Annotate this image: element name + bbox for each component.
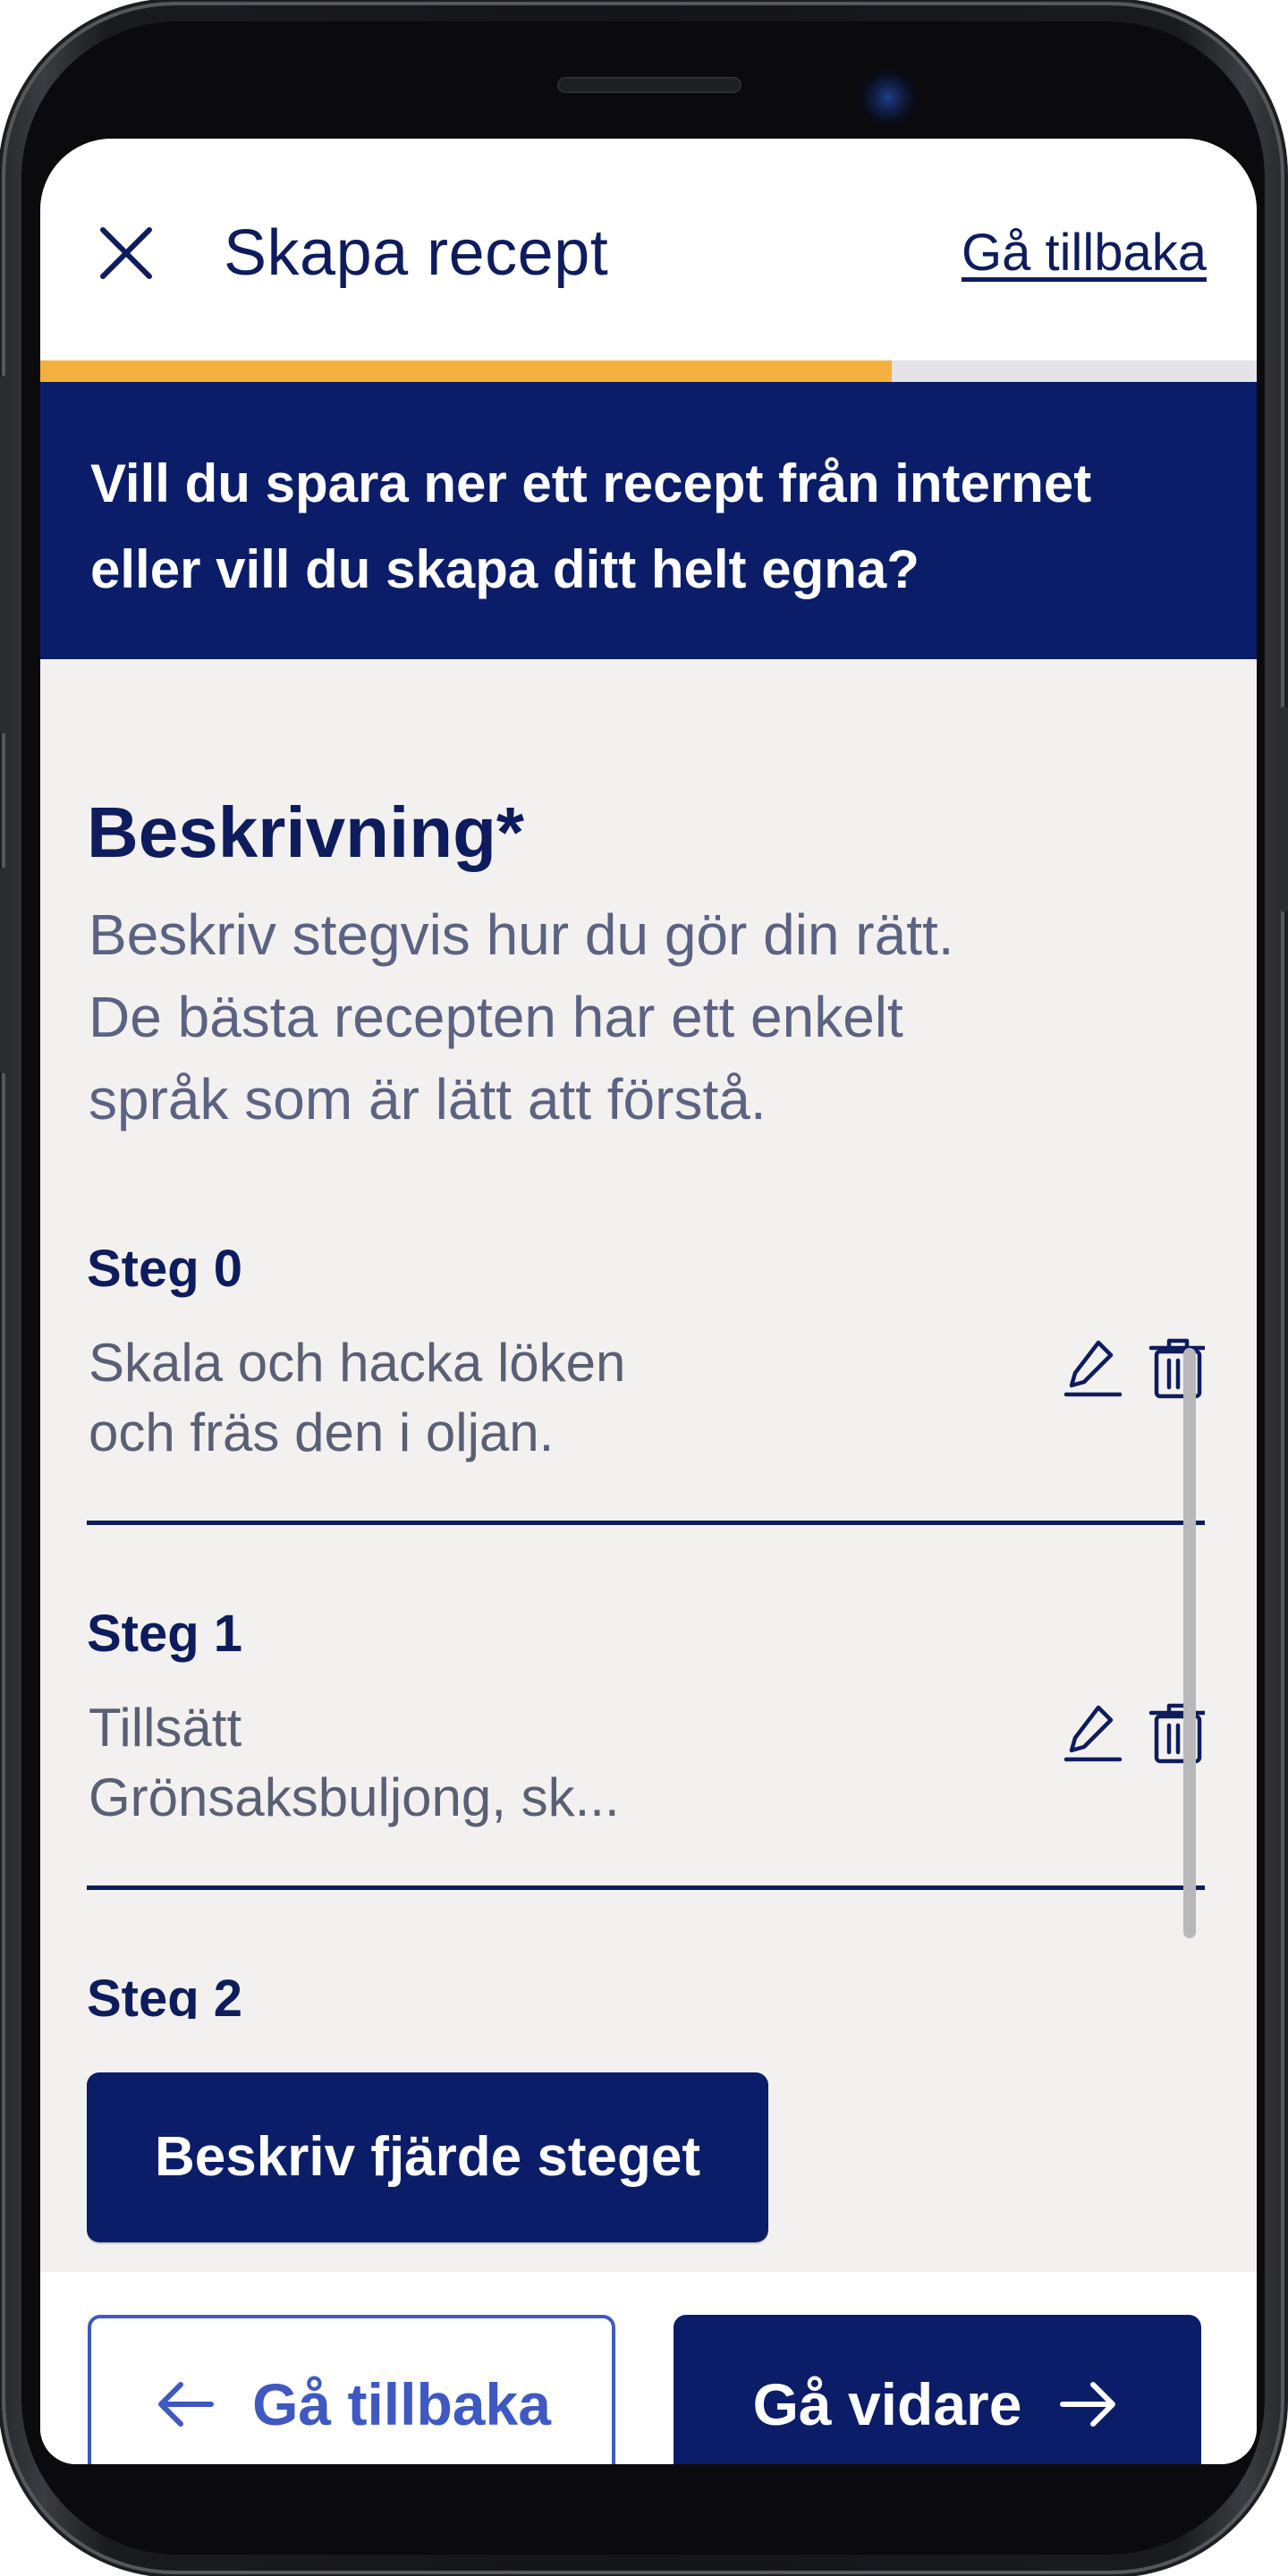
page-title: Skapa recept: [224, 217, 609, 289]
next-button[interactable]: Gå vidare: [674, 2315, 1201, 2464]
back-button-label: Gå tillbaka: [252, 2371, 551, 2437]
edit-step-button[interactable]: [1057, 1697, 1129, 1768]
close-button[interactable]: [90, 217, 162, 289]
section-description-line: språk som är lätt att förstå.: [89, 1067, 767, 1131]
arrow-left-icon: [158, 2382, 215, 2427]
back-button[interactable]: Gå tillbaka: [88, 2315, 615, 2464]
phone-power-button: [1281, 707, 1288, 912]
app-screen: Skapa recept Gå tillbaka Vill du spara n…: [40, 139, 1257, 2464]
app-bar: Skapa recept Gå tillbaka: [40, 139, 1257, 360]
step-item: Steg 0 Skala och hacka löken och fräs de…: [87, 1160, 1205, 1525]
step-text: Tillsätt Grönsaksbuljong, sk...: [89, 1693, 768, 1833]
step-title: Steg 2: [87, 1970, 243, 2019]
section-description: Beskriv stegvis hur du gör din rätt. De …: [89, 894, 1216, 1140]
edit-step-button[interactable]: [1057, 1332, 1129, 1403]
info-banner: Vill du spara ner ett recept från intern…: [40, 382, 1257, 659]
section-title: Beskrivning*: [87, 792, 525, 872]
step-title: Steg 0: [87, 1240, 243, 1298]
step-item: Steg 1 Tillsätt Grönsaksbuljong, sk...: [87, 1525, 1205, 1890]
pencil-icon: [1063, 1705, 1123, 1762]
step-text: Skala och hacka löken och fräs den i olj…: [89, 1328, 768, 1468]
step-text-line: Tillsätt: [89, 1698, 242, 1758]
step-title: Steg 1: [87, 1605, 243, 1663]
steps-scrollbar[interactable]: [1183, 1348, 1196, 1938]
banner-line-2: eller vill du skapa ditt helt egna?: [90, 539, 919, 599]
phone-bixby-button: [0, 868, 7, 1073]
step-text-line: Skala och hacka löken: [89, 1333, 626, 1393]
progress-bar-fill: [40, 360, 892, 382]
add-step-button[interactable]: Beskriv fjärde steget: [87, 2072, 768, 2242]
bottom-action-bar: Gå tillbaka Gå vidare: [40, 2272, 1257, 2464]
pencil-icon: [1063, 1340, 1123, 1397]
next-button-label: Gå vidare: [752, 2371, 1022, 2437]
arrow-right-icon: [1060, 2382, 1116, 2427]
step-text-line: Grönsaksbuljong, sk...: [89, 1767, 620, 1827]
front-camera: [859, 68, 918, 127]
section-description-line: De bästa recepten har ett enkelt: [89, 985, 903, 1049]
phone-speaker: [557, 77, 741, 93]
step-item: Steg 2: [87, 1890, 1205, 2019]
phone-volume-button: [0, 376, 7, 733]
progress-bar: [40, 360, 1257, 382]
go-back-link[interactable]: Gå tillbaka: [962, 217, 1207, 289]
step-text-line: och fräs den i oljan.: [89, 1402, 555, 1462]
close-icon: [100, 227, 152, 279]
steps-list: Steg 0 Skala och hacka löken och fräs de…: [87, 1160, 1205, 2019]
banner-line-1: Vill du spara ner ett recept från intern…: [90, 453, 1092, 513]
section-description-line: Beskriv stegvis hur du gör din rätt.: [89, 902, 954, 967]
